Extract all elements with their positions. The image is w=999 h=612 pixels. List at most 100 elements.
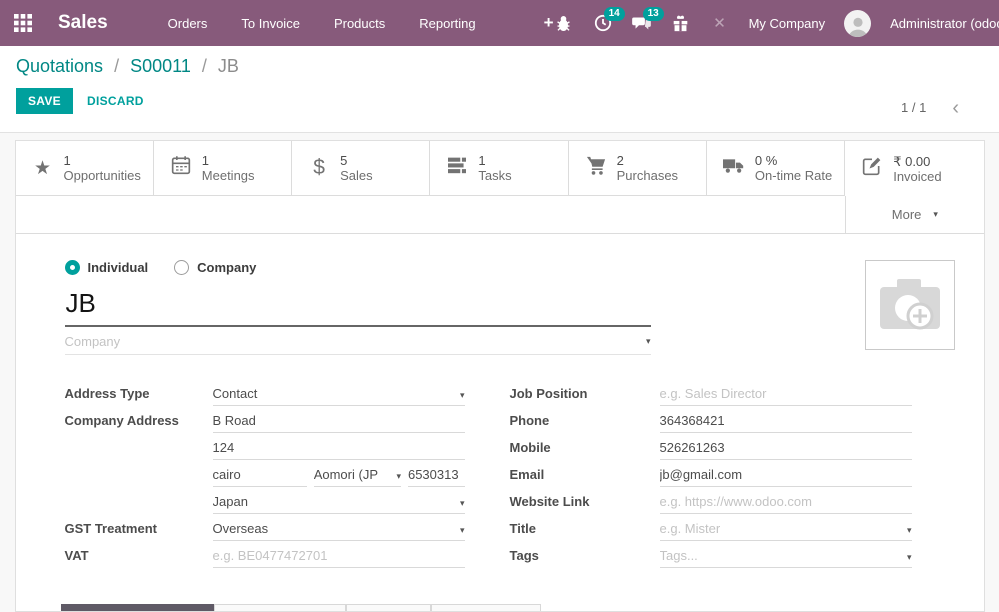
phone-field[interactable] (660, 413, 912, 433)
website-label: Website Link (510, 494, 660, 514)
tags-input[interactable] (660, 548, 903, 563)
country-input[interactable] (213, 494, 456, 509)
title-input[interactable] (660, 521, 903, 536)
state-input[interactable] (314, 467, 393, 482)
stat-sales[interactable]: $ 5 Sales (292, 141, 430, 196)
company-address-label: Company Address (65, 413, 213, 433)
street2-field[interactable] (213, 440, 465, 460)
email-input[interactable] (660, 467, 912, 482)
street-field[interactable] (213, 413, 465, 433)
breadcrumb: Quotations / S00011 / JB (16, 56, 983, 77)
stat-opportunities[interactable]: ★ 1 Opportunities (16, 141, 154, 196)
mobile-field[interactable] (660, 440, 912, 460)
caret-down-icon[interactable]: ▾ (907, 525, 912, 536)
pager-previous-icon[interactable]: ‹ (952, 101, 959, 115)
gst-treatment-input[interactable] (213, 521, 456, 536)
company-switcher[interactable]: My Company (749, 16, 826, 31)
user-menu[interactable]: Administrator (odoo14 (890, 16, 999, 31)
company-name-input[interactable] (65, 334, 642, 349)
vat-input[interactable] (213, 548, 465, 563)
zip-field[interactable] (408, 467, 465, 487)
stat-meetings[interactable]: 1 Meetings (154, 141, 292, 196)
state-field[interactable]: ▾ (314, 467, 401, 487)
mobile-label: Mobile (510, 440, 660, 460)
stat-value: 1 (478, 153, 511, 168)
stat-label: Meetings (202, 168, 255, 183)
partner-name-input[interactable] (65, 288, 651, 327)
app-name[interactable]: Sales (58, 12, 108, 34)
partner-photo-upload[interactable] (865, 260, 955, 350)
caret-down-icon[interactable]: ▾ (396, 471, 401, 482)
city-field[interactable] (213, 467, 307, 487)
activities-clock-icon[interactable]: 14 (593, 13, 613, 33)
caret-down-icon[interactable]: ▾ (907, 552, 912, 563)
gst-treatment-field[interactable]: ▾ (213, 521, 465, 541)
zip-input[interactable] (408, 467, 465, 482)
stat-value: ₹ 0.00 (893, 154, 941, 169)
bug-icon[interactable] (554, 13, 574, 33)
stat-purchases[interactable]: 2 Purchases (569, 141, 707, 196)
breadcrumb-current: JB (218, 56, 239, 76)
radio-company[interactable]: Company (174, 260, 256, 275)
city-input[interactable] (213, 467, 307, 482)
tab-segment[interactable] (431, 604, 541, 611)
breadcrumb-order[interactable]: S00011 (130, 56, 191, 76)
tasks-icon (446, 156, 468, 180)
email-field[interactable] (660, 467, 912, 487)
street2-input[interactable] (213, 440, 465, 455)
address-type-input[interactable] (213, 386, 456, 401)
gst-treatment-label: GST Treatment (65, 521, 213, 541)
user-avatar[interactable] (844, 10, 871, 37)
stat-ontime-rate[interactable]: 0 % On-time Rate (707, 141, 845, 196)
menu-orders[interactable]: Orders (168, 16, 208, 31)
stat-button-box: ★ 1 Opportunities 1 Meetings $ 5 Sales (16, 141, 984, 234)
more-label: More (892, 207, 922, 222)
country-field[interactable]: ▾ (213, 494, 465, 514)
phone-label: Phone (510, 413, 660, 433)
tab-segment[interactable] (346, 604, 431, 611)
title-label: Title (510, 521, 660, 541)
job-position-label: Job Position (510, 386, 660, 406)
title-field[interactable]: ▾ (660, 521, 912, 541)
menu-to-invoice[interactable]: To Invoice (241, 16, 300, 31)
menu-reporting[interactable]: Reporting (419, 16, 475, 31)
discard-button[interactable]: DISCARD (87, 94, 144, 108)
radio-individual[interactable]: Individual (65, 260, 149, 275)
stat-invoiced[interactable]: ₹ 0.00 Invoiced (845, 141, 983, 196)
stat-label: Tasks (478, 168, 511, 183)
job-position-input[interactable] (660, 386, 912, 401)
breadcrumb-quotations[interactable]: Quotations (16, 56, 103, 76)
tab-segment-active[interactable] (61, 604, 214, 611)
caret-down-icon[interactable]: ▾ (460, 525, 465, 536)
gift-icon[interactable] (671, 13, 691, 33)
phone-input[interactable] (660, 413, 912, 428)
menu-products[interactable]: Products (334, 16, 385, 31)
control-panel-buttons: SAVE DISCARD (16, 88, 983, 114)
cart-icon (585, 156, 607, 181)
plus-icon[interactable]: + (544, 13, 554, 33)
stat-label: On-time Rate (755, 168, 832, 183)
apps-grid-icon[interactable] (14, 14, 32, 32)
messages-icon[interactable]: 13 (632, 13, 652, 33)
caret-down-icon[interactable]: ▾ (460, 390, 465, 401)
stat-tasks[interactable]: 1 Tasks (430, 141, 568, 196)
website-input[interactable] (660, 494, 912, 509)
more-dropdown[interactable]: More ▾ (845, 196, 983, 233)
job-position-field[interactable] (660, 386, 912, 406)
mobile-input[interactable] (660, 440, 912, 455)
control-panel: Quotations / S00011 / JB SAVE DISCARD 1 … (0, 46, 999, 133)
email-label: Email (510, 467, 660, 487)
save-button[interactable]: SAVE (16, 88, 73, 114)
caret-down-icon[interactable]: ▾ (646, 336, 651, 347)
company-name-field[interactable]: ▾ (65, 334, 651, 355)
stat-value: 5 (340, 153, 373, 168)
website-field[interactable] (660, 494, 912, 514)
close-icon[interactable]: ✕ (710, 13, 730, 33)
address-type-field[interactable]: ▾ (213, 386, 465, 406)
caret-down-icon[interactable]: ▾ (460, 498, 465, 509)
tags-field[interactable]: ▾ (660, 548, 912, 568)
tab-segment[interactable] (214, 604, 346, 611)
vat-field[interactable] (213, 548, 465, 568)
camera-plus-icon (877, 277, 943, 333)
street-input[interactable] (213, 413, 465, 428)
